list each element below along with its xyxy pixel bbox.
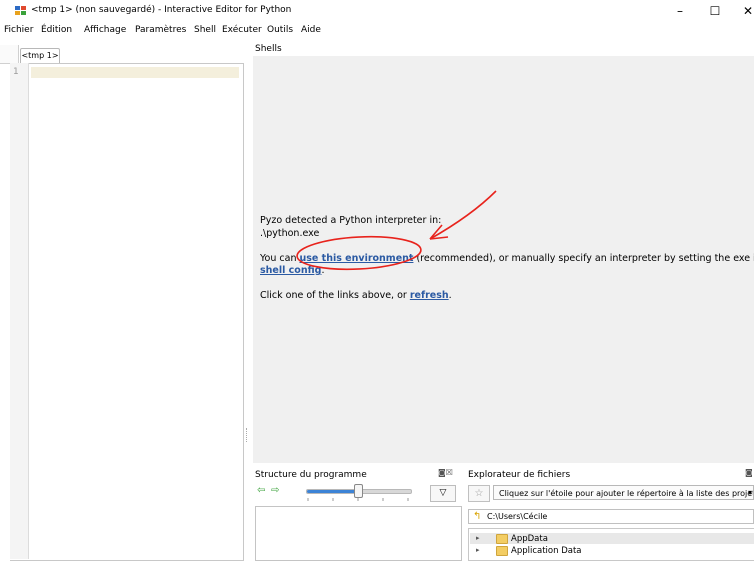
menu-outils[interactable]: Outils: [267, 25, 293, 35]
menu-executer[interactable]: Exécuter: [222, 25, 262, 35]
shell-config-line: shell config.: [260, 265, 324, 276]
expand-arrow-icon[interactable]: ▸: [476, 534, 480, 542]
file-item-application-data[interactable]: Application Data: [511, 546, 582, 556]
line-number-gutter: [10, 63, 29, 559]
shell-text-middle: (recommended), or manually specify an in…: [413, 253, 754, 264]
shell-detect-message: Pyzo detected a Python interpreter in:: [260, 215, 442, 226]
expand-arrow-icon[interactable]: ▸: [476, 546, 480, 554]
pyzo-logo-icon: [15, 6, 26, 15]
folder-icon: [496, 534, 508, 544]
folder-icon: [496, 546, 508, 556]
slider-handle[interactable]: [354, 484, 363, 498]
shell-interpreter-path: .\python.exe: [260, 228, 320, 239]
menu-edition[interactable]: Édition: [41, 25, 72, 35]
editor-pane[interactable]: [10, 63, 244, 561]
menu-aide[interactable]: Aide: [301, 25, 321, 35]
project-dropdown[interactable]: Cliquez sur l'étoile pour ajouter le rép…: [493, 485, 754, 500]
tab-bar-corner: [0, 45, 19, 64]
shell-refresh-prefix: Click one of the links above, or: [260, 290, 410, 301]
structure-panel-title: Structure du programme: [255, 470, 367, 480]
use-environment-link[interactable]: use this environment: [299, 253, 413, 264]
shell-config-link[interactable]: shell config: [260, 265, 321, 276]
shell-instruction-line: You can use this environment (recommende…: [260, 253, 754, 264]
filter-button[interactable]: ▽: [430, 485, 456, 502]
menu-affichage[interactable]: Affichage: [84, 25, 126, 35]
shell-refresh-period: .: [448, 290, 452, 301]
back-arrow-icon[interactable]: ⇦: [257, 485, 265, 496]
forward-arrow-icon[interactable]: ⇨: [271, 485, 279, 496]
menu-fichier[interactable]: Fichier: [4, 25, 33, 35]
path-text: C:\Users\Cécile: [487, 512, 548, 521]
file-explorer-title: Explorateur de fichiers: [468, 470, 571, 480]
splitter-handle[interactable]: [246, 428, 249, 442]
star-project-button[interactable]: ☆: [468, 485, 490, 502]
shell-text-prefix: You can: [260, 253, 300, 264]
file-explorer-controls-icon[interactable]: ◙: [745, 468, 753, 477]
shells-panel-title: Shells: [255, 44, 282, 54]
structure-panel-controls-icon[interactable]: ◙☒: [438, 468, 453, 477]
line-number: 1: [13, 67, 19, 77]
menu-parametres[interactable]: Paramètres: [135, 25, 186, 35]
file-item-appdata[interactable]: AppData: [511, 534, 548, 544]
refresh-link[interactable]: refresh: [410, 290, 449, 301]
close-button[interactable]: ✕: [736, 2, 754, 20]
star-icon: ☆: [474, 488, 484, 499]
current-line-highlight[interactable]: [31, 67, 239, 78]
window-title: <tmp 1> (non sauvegardé) - Interactive E…: [31, 5, 292, 15]
structure-tree[interactable]: [255, 506, 462, 561]
maximize-button[interactable]: ☐: [703, 2, 727, 20]
folder-up-icon[interactable]: ↰: [473, 511, 481, 522]
chevron-down-icon[interactable]: ▾: [748, 485, 752, 500]
shell-text-period: .: [321, 265, 325, 276]
shell-refresh-line: Click one of the links above, or refresh…: [260, 290, 452, 301]
minimize-button[interactable]: –: [668, 2, 692, 20]
menu-shell[interactable]: Shell: [194, 25, 216, 35]
editor-tab[interactable]: <tmp 1>: [20, 48, 60, 63]
slider-fill: [307, 490, 357, 493]
filter-icon: ▽: [439, 488, 447, 498]
slider-ticks: [307, 498, 409, 501]
